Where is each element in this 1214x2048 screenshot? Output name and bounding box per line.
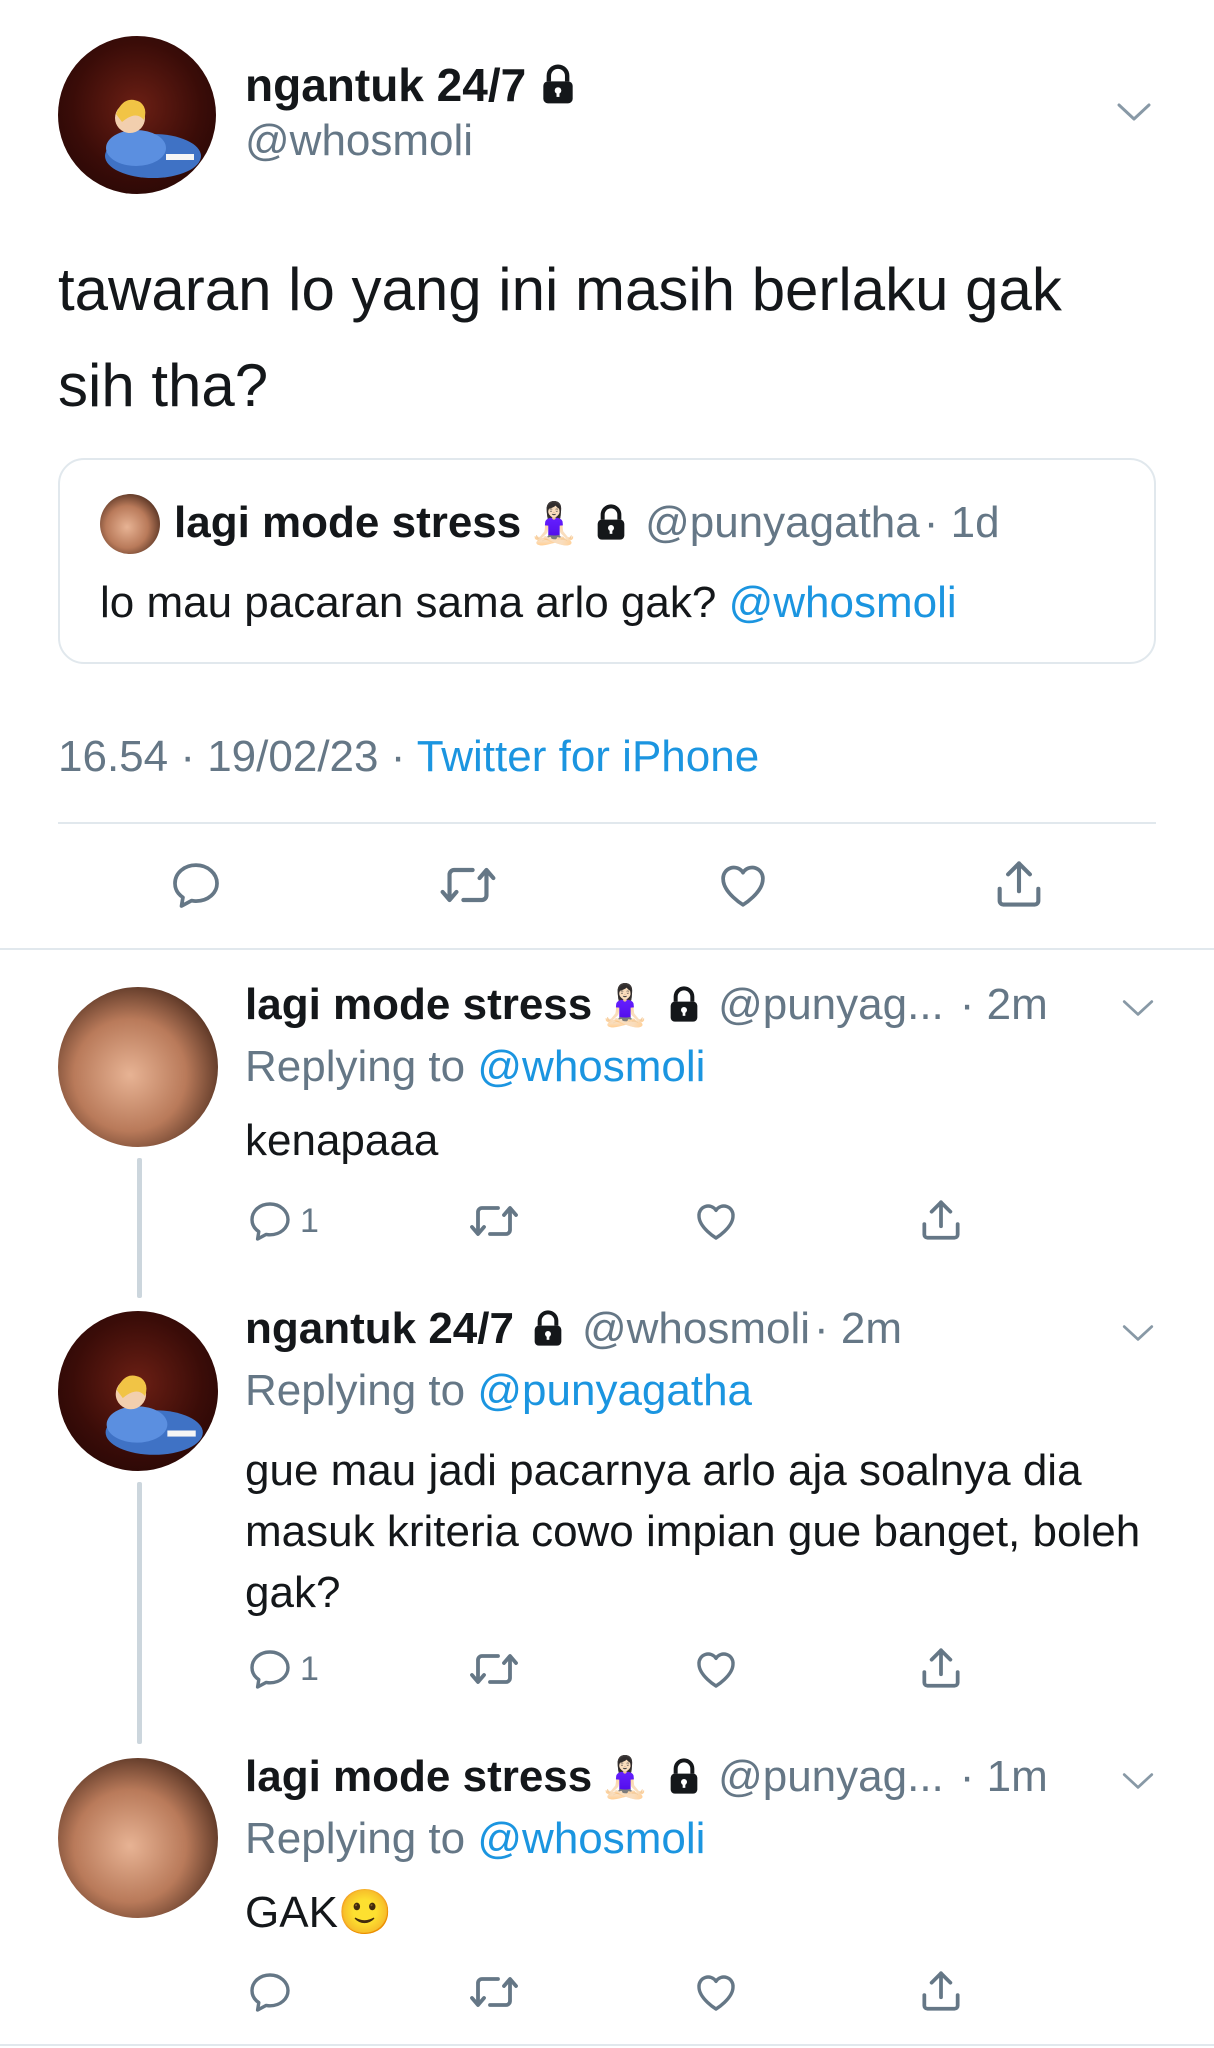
divider: [0, 948, 1214, 950]
avatar[interactable]: [58, 36, 216, 194]
lock-icon: [534, 1310, 562, 1346]
retweet-button[interactable]: [468, 1645, 520, 1693]
retweet-button[interactable]: [438, 857, 498, 913]
reply-icon: [173, 863, 219, 908]
reply-text: kenapaaa: [245, 1116, 439, 1165]
author-handle[interactable]: @punyag...: [718, 980, 944, 1030]
thread-line: [137, 1158, 142, 1298]
divider: [0, 2044, 1214, 2046]
reply-button[interactable]: [168, 857, 224, 913]
reply-text: GAK🙂: [245, 1888, 393, 1937]
author-name[interactable]: ngantuk 24/7: [245, 58, 580, 112]
chevron-down-icon[interactable]: [1120, 1322, 1156, 1344]
retweet-button[interactable]: [468, 1968, 520, 2016]
chevron-down-icon[interactable]: [1120, 997, 1156, 1019]
quote-time: · 1d: [923, 498, 1000, 547]
like-button[interactable]: [692, 1968, 740, 2016]
quote-author-emoji: 🧘🏻‍♀️: [529, 501, 580, 546]
reply-button[interactable]: [246, 1968, 300, 2016]
author-handle[interactable]: @punyag...: [718, 1752, 944, 1802]
lock-icon: [543, 64, 573, 104]
replying-to: Replying to @whosmoli: [245, 1042, 706, 1091]
like-icon: [697, 1204, 735, 1240]
author-handle[interactable]: @whosmoli: [245, 116, 473, 166]
author-name[interactable]: ngantuk 24/7: [245, 1304, 514, 1354]
lock-icon: [597, 504, 625, 540]
retweet-icon: [470, 1206, 518, 1236]
mention-link[interactable]: @whosmoli: [477, 1042, 705, 1091]
tweet-text: tawaran lo yang ini masih berlaku gak si…: [58, 256, 1062, 419]
reply-time: · 1m: [959, 1752, 1048, 1801]
reply-icon: [250, 1973, 290, 2012]
replying-to: Replying to @punyagatha: [245, 1366, 753, 1415]
mention-link[interactable]: @whosmoli: [477, 1814, 705, 1863]
reply-button[interactable]: 1: [246, 1645, 319, 1693]
like-icon: [697, 1652, 735, 1688]
like-button[interactable]: [692, 1645, 740, 1693]
author-handle[interactable]: @whosmoli: [582, 1304, 810, 1354]
reply-text: gue mau jadi pacarnya arlo aja soalnya d…: [245, 1446, 1141, 1617]
reply-icon: [250, 1650, 290, 1689]
retweet-button[interactable]: [468, 1197, 520, 1245]
tweet-source-link[interactable]: Twitter for iPhone: [417, 732, 759, 781]
avatar[interactable]: [58, 987, 218, 1147]
author-name[interactable]: lagi mode stress: [245, 980, 592, 1030]
author-emoji: 🧘🏻‍♀️: [600, 1755, 651, 1800]
tweet-timestamp: 16.54 · 19/02/23 ·: [58, 732, 406, 781]
share-icon: [922, 1971, 960, 2011]
share-button[interactable]: [916, 1643, 966, 1693]
author-name[interactable]: lagi mode stress: [245, 1752, 592, 1802]
reply-header: lagi mode stress 🧘🏻‍♀️ @punyag... · 1m: [245, 1752, 1048, 1802]
reply-time: · 2m: [959, 980, 1048, 1029]
reply-time: · 2m: [814, 1304, 903, 1353]
divider: [58, 822, 1156, 824]
avatar[interactable]: [58, 1311, 218, 1471]
share-button[interactable]: [916, 1966, 966, 2016]
tweet-meta: 16.54 · 19/02/23 · Twitter for iPhone: [58, 732, 759, 782]
share-icon: [997, 861, 1041, 907]
like-icon: [697, 1975, 735, 2011]
share-icon: [922, 1200, 960, 1240]
author-emoji: 🧘🏻‍♀️: [600, 983, 651, 1028]
like-button[interactable]: [692, 1197, 740, 1245]
quoted-tweet[interactable]: lagi mode stress 🧘🏻‍♀️ @punyagatha · 1d …: [58, 458, 1156, 664]
quote-author-name: lagi mode stress: [174, 498, 522, 547]
chevron-down-icon[interactable]: [1120, 1770, 1156, 1792]
mention-link[interactable]: @punyagatha: [477, 1366, 752, 1415]
retweet-icon: [440, 867, 496, 903]
share-icon: [922, 1648, 960, 1688]
retweet-icon: [470, 1977, 518, 2007]
reply-icon: [250, 1202, 290, 1241]
reply-header: lagi mode stress 🧘🏻‍♀️ @punyag... · 2m: [245, 980, 1048, 1030]
smile-emoji: 🙂: [337, 1888, 393, 1937]
reply-count: 1: [300, 1201, 319, 1240]
like-button[interactable]: [715, 857, 771, 913]
mention-link[interactable]: @whosmoli: [729, 578, 957, 627]
reply-count: 1: [300, 1649, 319, 1688]
quote-avatar: [100, 494, 160, 554]
thread-line: [137, 1482, 142, 1744]
lock-icon: [670, 986, 698, 1022]
reply-button[interactable]: 1: [246, 1197, 319, 1245]
lock-icon: [670, 1758, 698, 1794]
reply-header: ngantuk 24/7 @whosmoli · 2m: [245, 1304, 902, 1354]
share-button[interactable]: [990, 855, 1048, 913]
avatar[interactable]: [58, 1758, 218, 1918]
retweet-icon: [470, 1654, 518, 1684]
quote-text: lo mau pacaran sama arlo gak? @whosmoli: [100, 578, 957, 627]
chevron-down-icon[interactable]: [1115, 100, 1153, 124]
quote-author-handle: @punyagatha: [645, 498, 920, 547]
like-icon: [721, 865, 765, 907]
replying-to: Replying to @whosmoli: [245, 1814, 706, 1863]
share-button[interactable]: [916, 1195, 966, 1245]
